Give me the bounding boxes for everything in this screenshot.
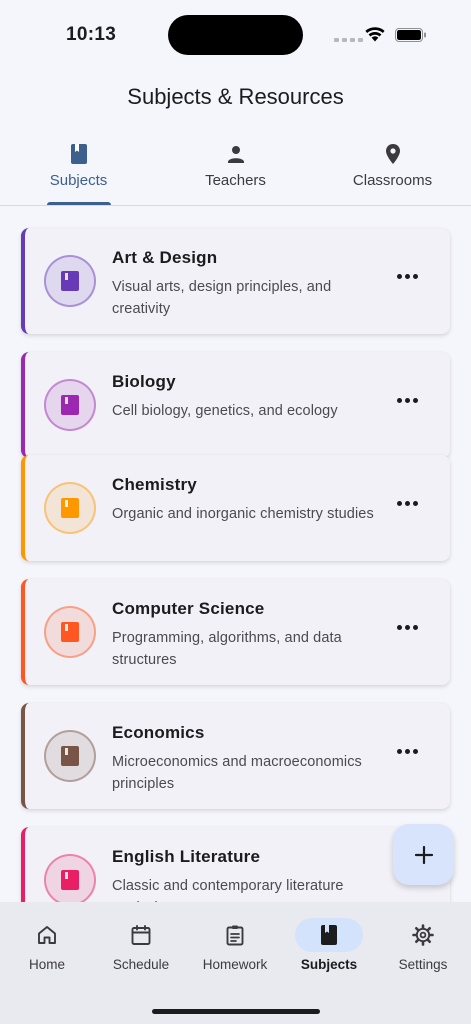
book-icon: [70, 144, 87, 164]
subject-description: Classic and contemporary literature anal…: [112, 878, 344, 902]
home-icon: [38, 926, 56, 944]
nav-label: Homework: [202, 957, 268, 972]
page-title: Subjects & Resources: [127, 84, 344, 109]
tab-teachers[interactable]: Teachers: [157, 134, 314, 205]
subject-name: Art & Design: [112, 248, 218, 267]
nav-label: Schedule: [112, 957, 170, 972]
nav-label: Subjects: [300, 957, 358, 972]
nav-home[interactable]: Home: [0, 918, 94, 972]
calendar-icon: [131, 925, 151, 945]
nav-label: Settings: [398, 957, 448, 972]
tab-classrooms[interactable]: Classrooms: [314, 134, 471, 205]
status-bar: 10:13: [0, 0, 471, 70]
tab-label: Teachers: [205, 172, 266, 189]
subject-list[interactable]: Art & Design Visual arts, design princip…: [0, 207, 471, 902]
gear-icon: [412, 924, 434, 946]
subject-card[interactable]: Art & Design Visual arts, design princip…: [21, 228, 450, 334]
subject-avatar: [44, 255, 96, 307]
more-options-icon[interactable]: [397, 749, 418, 754]
tab-label: Subjects: [49, 172, 108, 189]
book-icon: [61, 498, 79, 518]
plus-icon: [414, 845, 433, 864]
subject-avatar: [44, 482, 96, 534]
subject-name: Chemistry: [112, 475, 197, 494]
nav-homework[interactable]: Homework: [188, 918, 282, 972]
subject-description: Visual arts, design principles, and crea…: [112, 279, 332, 317]
more-options-icon[interactable]: [397, 625, 418, 630]
tab-subjects[interactable]: Subjects: [0, 134, 157, 205]
book-icon: [61, 870, 79, 890]
subject-description: Microeconomics and macroeconomics princi…: [112, 754, 362, 792]
subject-description: Cell biology, genetics, and ecology: [112, 403, 338, 419]
subject-description: Programming, algorithms, and data struct…: [112, 630, 342, 668]
nav-subjects[interactable]: Subjects: [282, 918, 376, 972]
dynamic-island: [168, 15, 303, 55]
subject-card[interactable]: English Literature Classic and contempor…: [21, 827, 450, 902]
subject-card[interactable]: Economics Microeconomics and macroeconom…: [21, 703, 450, 809]
battery-icon: [395, 28, 426, 42]
wifi-icon: [365, 27, 385, 42]
home-indicator: [152, 1009, 320, 1014]
book-icon: [61, 746, 79, 766]
subject-avatar: [44, 854, 96, 902]
subject-description: Organic and inorganic chemistry studies: [112, 506, 374, 522]
nav-icon-container: [201, 918, 269, 952]
add-subject-button[interactable]: [393, 824, 454, 885]
subject-name: English Literature: [112, 847, 261, 866]
subject-name: Economics: [112, 723, 205, 742]
nav-label: Home: [28, 957, 65, 972]
nav-icon-container: [107, 918, 175, 952]
more-options-icon[interactable]: [397, 501, 418, 506]
book-icon: [61, 622, 79, 642]
book-icon: [321, 925, 337, 945]
nav-icon-container: [13, 918, 81, 952]
subject-card[interactable]: Biology Cell biology, genetics, and ecol…: [21, 352, 450, 458]
nav-schedule[interactable]: Schedule: [94, 918, 188, 972]
subject-name: Biology: [112, 372, 176, 391]
subject-avatar: [44, 606, 96, 658]
subject-card[interactable]: Computer Science Programming, algorithms…: [21, 579, 450, 685]
more-options-icon[interactable]: [397, 274, 418, 279]
book-icon: [61, 395, 79, 415]
status-time: 10:13: [66, 24, 117, 45]
nav-icon-container: [389, 918, 457, 952]
tab-label: Classrooms: [352, 172, 433, 189]
tab-active-indicator: [47, 202, 111, 205]
bottom-navigation: Home Schedule Homework Subjects Settings: [0, 902, 471, 1024]
location-pin-icon: [385, 144, 400, 164]
clipboard-icon: [226, 925, 244, 946]
subject-avatar: [44, 730, 96, 782]
more-options-icon[interactable]: [397, 398, 418, 403]
tab-bar: Subjects Teachers Classrooms: [0, 134, 471, 206]
nav-icon-container: [295, 918, 363, 952]
nav-settings[interactable]: Settings: [376, 918, 470, 972]
subject-name: Computer Science: [112, 599, 265, 618]
subject-card[interactable]: Chemistry Organic and inorganic chemistr…: [21, 455, 450, 561]
person-icon: [227, 146, 244, 163]
cellular-signal-icon: [334, 38, 363, 42]
book-icon: [61, 271, 79, 291]
subject-avatar: [44, 379, 96, 431]
